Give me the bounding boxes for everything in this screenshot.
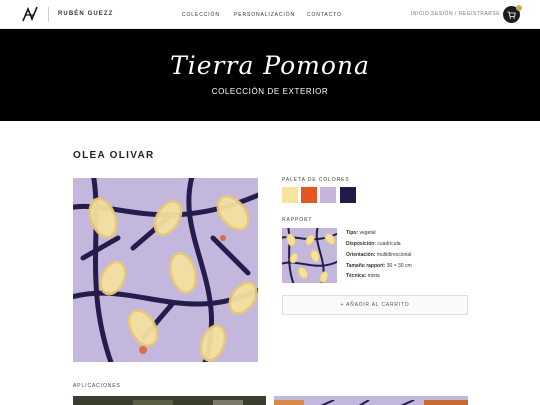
- application-image-1[interactable]: [73, 396, 266, 405]
- palette-label: PALETA DE COLORES: [282, 177, 350, 183]
- color-swatch-navy[interactable]: [340, 187, 356, 203]
- spec-value: mixta: [367, 273, 380, 279]
- spec-orientation: Orientación: multidireccional: [346, 252, 411, 258]
- cart-count-badge: [516, 5, 522, 11]
- applications-label: APLICACIONES: [73, 383, 121, 389]
- nav-link-personalizacion[interactable]: PERSONALIZACIÓN: [234, 12, 295, 18]
- color-swatch-yellow[interactable]: [282, 187, 298, 203]
- application-photo-2: [274, 399, 468, 405]
- product-pattern-image[interactable]: [73, 178, 258, 362]
- spec-key: Tipo:: [346, 230, 359, 236]
- collection-title: Tierra Pomona: [170, 51, 370, 80]
- collection-hero-banner: Tierra Pomona COLECCIÓN DE EXTERIOR: [0, 29, 540, 121]
- olive-pattern-illustration: [73, 178, 258, 362]
- spec-layout: Disposición: cuadrícula: [346, 241, 400, 247]
- color-swatch-orange[interactable]: [301, 187, 317, 203]
- spec-key: Técnica:: [346, 273, 367, 279]
- spec-type: Tipo: vegetal: [346, 230, 376, 236]
- rapport-pattern-illustration: [282, 228, 337, 283]
- add-to-cart-button[interactable]: + AÑADIR AL CARRITO: [282, 295, 468, 315]
- cart-button[interactable]: [503, 5, 522, 23]
- account-link[interactable]: INICIO SESIÓN / REGISTRARSE: [411, 11, 500, 17]
- spec-value: multidireccional: [376, 252, 412, 258]
- brand-logo-icon[interactable]: [22, 6, 39, 22]
- spec-key: Tamaño rapport:: [346, 263, 386, 269]
- nav-link-coleccion[interactable]: COLECCIÓN: [182, 12, 220, 18]
- nav-link-contacto[interactable]: CONTACTO: [307, 12, 342, 18]
- spec-key: Orientación:: [346, 252, 376, 258]
- top-navigation-bar: RUBÉN GUEZZ COLECCIÓN PERSONALIZACIÓN CO…: [0, 0, 540, 29]
- product-title: OLEA OLIVAR: [73, 150, 155, 161]
- rapport-label: RAPPORT: [282, 217, 313, 223]
- spec-key: Disposición:: [346, 241, 377, 247]
- spec-rapport-size: Tamaño rapport: 30 × 30 cm: [346, 263, 412, 269]
- brand-name[interactable]: RUBÉN GUEZZ: [58, 11, 113, 17]
- spec-value: cuadrícula: [377, 241, 401, 247]
- spec-value: 30 × 30 cm: [386, 263, 412, 269]
- rapport-thumbnail[interactable]: [282, 228, 337, 283]
- spec-technique: Técnica: mixta: [346, 273, 380, 279]
- color-swatch-lavender[interactable]: [320, 187, 336, 203]
- logo-divider: [48, 7, 49, 22]
- cart-icon: [507, 11, 516, 19]
- collection-subtitle: COLECCIÓN DE EXTERIOR: [211, 87, 329, 96]
- spec-value: vegetal: [359, 230, 376, 236]
- application-photo-1: [73, 400, 266, 405]
- application-image-2[interactable]: [274, 396, 468, 405]
